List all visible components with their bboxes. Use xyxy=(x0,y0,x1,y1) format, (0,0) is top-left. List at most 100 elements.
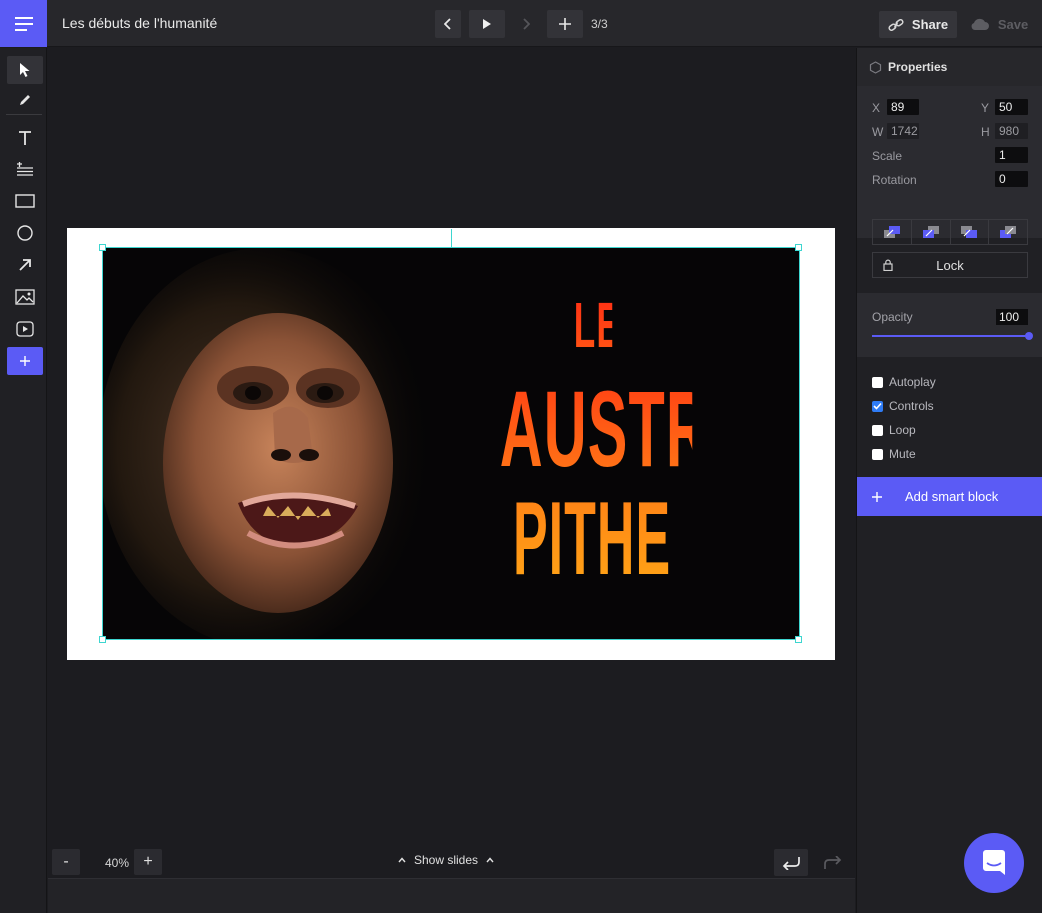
autoplay-checkbox[interactable]: Autoplay xyxy=(872,375,936,389)
show-slides-label: Show slides xyxy=(414,853,479,867)
chat-icon xyxy=(983,850,1005,875)
lock-icon xyxy=(883,259,893,271)
w-input[interactable]: 1742 xyxy=(887,123,919,139)
cloud-icon xyxy=(971,18,989,30)
ellipse-tool[interactable] xyxy=(7,219,43,247)
plus-icon xyxy=(559,18,571,30)
toolbar-divider xyxy=(6,114,42,115)
tool-sidebar xyxy=(0,48,47,913)
properties-panel: Properties X 89 Y 50 W 1742 H 980 Scale … xyxy=(856,48,1042,913)
bring-forward-button[interactable] xyxy=(912,220,951,244)
previous-slide-button[interactable] xyxy=(435,10,461,38)
video-tool[interactable] xyxy=(7,315,43,343)
mute-checkbox-box[interactable] xyxy=(872,448,883,460)
slide-counter: 3/3 xyxy=(591,17,608,31)
text-lines-icon xyxy=(17,162,33,176)
center-guide xyxy=(451,229,452,247)
opacity-input[interactable]: 100 xyxy=(996,309,1028,325)
controls-checkbox-box[interactable] xyxy=(872,400,883,412)
rectangle-tool[interactable] xyxy=(7,187,43,215)
controls-label: Controls xyxy=(889,399,934,413)
controls-checkbox[interactable]: Controls xyxy=(872,399,934,413)
bring-to-front-button[interactable] xyxy=(873,220,912,244)
redo-button[interactable] xyxy=(816,849,850,876)
chat-support-button[interactable] xyxy=(964,833,1024,893)
select-tool[interactable] xyxy=(7,56,43,84)
hamburger-icon xyxy=(14,16,33,31)
opacity-slider-track[interactable] xyxy=(872,335,1029,337)
autoplay-checkbox-box[interactable] xyxy=(872,376,883,388)
resize-handle-bottom-left[interactable] xyxy=(99,636,106,643)
video-icon xyxy=(16,321,34,337)
add-slide-button[interactable] xyxy=(547,10,583,38)
chevron-left-icon xyxy=(444,18,451,30)
properties-title: Properties xyxy=(888,60,948,74)
x-label: X xyxy=(872,101,881,115)
checkmark-icon xyxy=(873,402,882,410)
send-backward-icon xyxy=(961,226,978,238)
properties-header: Properties xyxy=(857,48,1042,86)
y-label: Y xyxy=(981,101,990,115)
image-tool[interactable] xyxy=(7,283,43,311)
y-input[interactable]: 50 xyxy=(995,99,1028,115)
chevron-up-icon xyxy=(398,857,406,863)
next-slide-button[interactable] xyxy=(513,10,539,38)
zoom-in-button[interactable]: + xyxy=(134,849,162,875)
text-t-icon xyxy=(19,131,31,145)
lock-label: Lock xyxy=(936,257,964,273)
arrow-up-right-icon xyxy=(19,259,31,271)
layer-order-group xyxy=(872,219,1028,245)
top-bar: Les débuts de l'humanité 3/3 Share Save xyxy=(0,0,1042,47)
x-input[interactable]: 89 xyxy=(887,99,919,115)
undo-button[interactable] xyxy=(774,849,808,876)
text-tool[interactable] xyxy=(7,124,43,152)
chevron-up-icon xyxy=(486,857,494,863)
bring-to-front-icon xyxy=(883,226,900,238)
resize-handle-top-left[interactable] xyxy=(99,244,106,251)
send-backward-button[interactable] xyxy=(951,220,990,244)
scale-label: Scale xyxy=(872,149,903,163)
share-label: Share xyxy=(911,17,949,32)
add-smart-block-label: Add smart block xyxy=(905,489,999,504)
loop-checkbox[interactable]: Loop xyxy=(872,423,916,437)
h-label: H xyxy=(981,125,990,139)
redo-icon xyxy=(824,855,842,869)
video-element[interactable]: LES AUSTRALO PITHEQUES xyxy=(103,248,799,639)
opacity-slider-thumb[interactable] xyxy=(1025,332,1033,340)
rotation-input[interactable]: 0 xyxy=(995,171,1028,187)
text-list-tool[interactable] xyxy=(7,155,43,183)
play-icon xyxy=(483,19,491,29)
undo-icon xyxy=(782,856,800,870)
w-label: W xyxy=(872,125,884,139)
loop-checkbox-box[interactable] xyxy=(872,424,883,436)
opacity-section: Opacity 100 xyxy=(857,293,1042,357)
save-button[interactable]: Save xyxy=(968,11,1030,38)
zoom-out-button[interactable]: - xyxy=(52,849,80,875)
hamburger-menu-button[interactable] xyxy=(0,0,47,47)
resize-handle-top-right[interactable] xyxy=(795,244,802,251)
share-button[interactable]: Share xyxy=(879,11,957,38)
mute-checkbox[interactable]: Mute xyxy=(872,447,916,461)
hexagon-icon xyxy=(869,60,882,74)
plus-icon xyxy=(20,356,30,366)
draw-tool[interactable] xyxy=(7,86,43,114)
arrow-tool[interactable] xyxy=(7,251,43,279)
save-label: Save xyxy=(997,17,1029,32)
resize-handle-bottom-right[interactable] xyxy=(795,636,802,643)
lock-button[interactable]: Lock xyxy=(872,252,1028,278)
add-smart-block-button[interactable]: Add smart block xyxy=(857,477,1042,516)
scale-input[interactable]: 1 xyxy=(995,147,1028,163)
show-slides-toggle[interactable]: Show slides xyxy=(398,853,494,867)
h-input[interactable]: 980 xyxy=(995,123,1028,139)
play-button[interactable] xyxy=(469,10,505,38)
slides-strip[interactable] xyxy=(48,878,855,913)
geometry-section: X 89 Y 50 W 1742 H 980 Scale 1 Rotation … xyxy=(857,86,1042,238)
slide-title-line-3: PITHEQUES xyxy=(513,481,799,597)
document-title[interactable]: Les débuts de l'humanité xyxy=(62,15,217,31)
plus-icon xyxy=(872,491,882,502)
add-element-button[interactable] xyxy=(7,347,43,375)
loop-label: Loop xyxy=(889,423,916,437)
send-to-back-button[interactable] xyxy=(989,220,1027,244)
circle-icon xyxy=(17,225,33,241)
cursor-arrow-icon xyxy=(20,63,30,77)
